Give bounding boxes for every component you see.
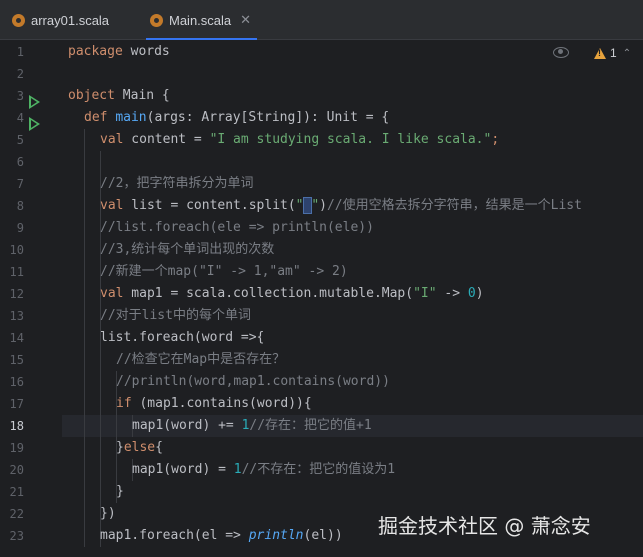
code-line: //对于list中的每个单词 (100, 308, 251, 323)
code-line: //检查它在Map中是否存在？ (116, 352, 286, 367)
editor-tab-bar: array01.scala Main.scala ✕ (0, 0, 643, 40)
line-number: 17 (9, 397, 24, 411)
run-gutter-icon[interactable] (29, 95, 40, 109)
line-number: 6 (16, 155, 24, 169)
code-line: }) (100, 506, 116, 521)
code-line: map1(word) = 1//不存在：把它的值设为1 (132, 462, 396, 477)
line-number: 20 (9, 463, 24, 477)
line-number: 12 (9, 287, 24, 301)
line-number: 11 (9, 265, 24, 279)
code-editor[interactable]: package words object Main { def main(arg… (62, 40, 643, 557)
scala-file-icon (150, 13, 163, 27)
line-number: 8 (16, 199, 24, 213)
line-number: 14 (9, 331, 24, 345)
line-number: 5 (16, 133, 24, 147)
code-line: //3,统计每个单词出现的次数 (100, 242, 275, 257)
code-line: val content = "I am studying scala. I li… (100, 132, 500, 147)
tab-label: array01.scala (31, 12, 110, 28)
line-number: 15 (9, 353, 24, 367)
tab-label: Main.scala (169, 12, 232, 28)
code-line: val list = content.split(" ")//使用空格去拆分字符… (100, 197, 582, 214)
code-line: package words (68, 44, 170, 59)
watermark: 掘金技术社区 @ 萧念安 (378, 514, 591, 538)
code-line: //println(word,map1.contains(word)) (116, 374, 390, 389)
warning-count: 1 (610, 46, 617, 60)
close-icon[interactable]: ✕ (240, 12, 251, 28)
code-line-current: map1(word) += 1//存在：把它的值+1 (132, 418, 372, 433)
code-line: } (116, 484, 124, 499)
line-number: 16 (9, 375, 24, 389)
line-number: 3 (16, 89, 24, 103)
code-line: list.foreach(word =>{ (100, 330, 265, 345)
code-line: //新建一个map("I" -> 1,"am" -> 2) (100, 264, 348, 279)
code-line: //list.foreach(ele => println(ele)) (100, 220, 374, 235)
line-number: 9 (16, 221, 24, 235)
line-number-current: 18 (9, 419, 24, 433)
code-line: //2，把字符串拆分为单词 (100, 176, 254, 191)
line-number: 2 (16, 67, 24, 81)
line-number: 10 (9, 243, 24, 257)
code-line: val map1 = scala.collection.mutable.Map(… (100, 286, 484, 301)
line-number: 19 (9, 441, 24, 455)
line-number: 1 (16, 45, 24, 59)
code-line: object Main { (68, 88, 170, 103)
code-line: if (map1.contains(word)){ (116, 396, 312, 411)
line-number: 23 (9, 529, 24, 543)
warning-icon (594, 47, 606, 59)
run-gutter-icon[interactable] (29, 117, 40, 131)
code-line: def main(args: Array[String]): Unit = { (84, 110, 390, 125)
chevron-up-icon[interactable]: ⌃ (623, 48, 631, 59)
code-line: }else{ (116, 440, 163, 455)
line-number: 4 (16, 111, 24, 125)
inspection-widget[interactable]: 1 ⌃ (594, 44, 631, 62)
eye-icon[interactable] (553, 47, 569, 58)
code-line: map1.foreach(el => println(el)) (100, 528, 343, 543)
line-number: 7 (16, 177, 24, 191)
tab-array01-scala[interactable]: array01.scala (12, 0, 109, 40)
indent-guide (84, 129, 85, 547)
scala-file-icon (12, 13, 25, 27)
line-number: 13 (9, 309, 24, 323)
line-number: 21 (9, 485, 24, 499)
line-number: 22 (9, 507, 24, 521)
editor-gutter: 1 2 3 4 5 6 7 8 9 10 11 12 13 14 15 16 1… (0, 40, 62, 557)
tab-main-scala[interactable]: Main.scala ✕ (145, 0, 258, 40)
